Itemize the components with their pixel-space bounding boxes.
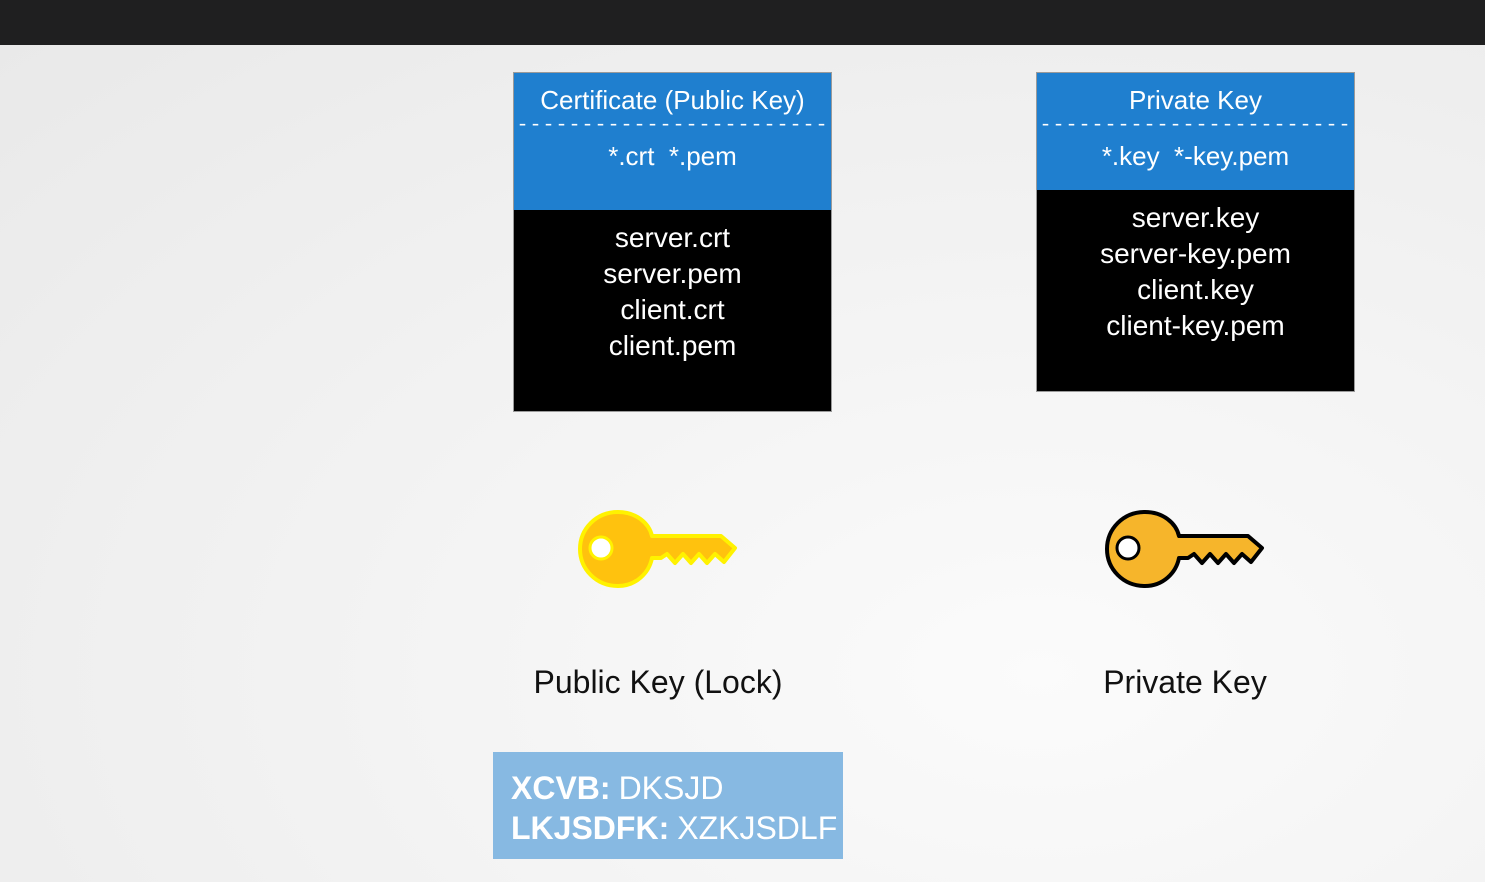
top-bar <box>0 0 1485 45</box>
private-key-caption: Private Key <box>1103 664 1267 700</box>
key-icon <box>578 510 737 588</box>
private-key-card-extensions: *.key *-key.pem <box>1101 141 1290 171</box>
private-key-card-divider: ------------------------ <box>1039 117 1352 137</box>
key-icon <box>1105 510 1264 588</box>
certificate-card-header: Certificate (Public Key) ---------------… <box>514 73 831 210</box>
private-key-card-title: Private Key <box>1129 85 1262 115</box>
private-key-file-item: server.key <box>1131 202 1260 233</box>
certificate-card: Certificate (Public Key) ---------------… <box>513 72 832 412</box>
private-key-file-item: client.key <box>1137 274 1254 305</box>
certificate-card-title: Certificate (Public Key) <box>540 85 805 115</box>
certificate-file-list: server.crt server.pem client.crt client.… <box>514 210 831 364</box>
encrypted-data-label: XCVB: <box>511 770 611 806</box>
private-key-card: Private Key ------------------------ *.k… <box>1036 72 1355 392</box>
encrypted-data-value: DKSJD <box>618 770 724 806</box>
public-key-caption: Public Key (Lock) <box>533 664 783 700</box>
certificate-file-item: client.pem <box>608 330 737 361</box>
encrypted-data-row: XCVB: DKSJD <box>511 768 843 808</box>
certificate-file-item: server.pem <box>603 258 742 289</box>
certificate-card-divider: ------------------------ <box>516 117 829 137</box>
private-key-card-header: Private Key ------------------------ *.k… <box>1037 73 1354 190</box>
certificate-file-item: client.crt <box>620 294 725 325</box>
private-key-file-list: server.key server-key.pem client.key cli… <box>1037 190 1354 344</box>
certificate-file-item: server.crt <box>614 222 731 253</box>
private-key-file-item: client-key.pem <box>1106 310 1285 341</box>
encrypted-data-box: XCVB: DKSJD LKJSDFK: XZKJSDLF <box>493 752 843 859</box>
private-key-file-item: server-key.pem <box>1100 238 1291 269</box>
encrypted-data-value: XZKJSDLF <box>677 810 838 846</box>
certificate-card-extensions: *.crt *.pem <box>608 141 737 171</box>
encrypted-data-label: LKJSDFK: <box>511 810 670 846</box>
encrypted-data-row: LKJSDFK: XZKJSDLF <box>511 808 843 848</box>
